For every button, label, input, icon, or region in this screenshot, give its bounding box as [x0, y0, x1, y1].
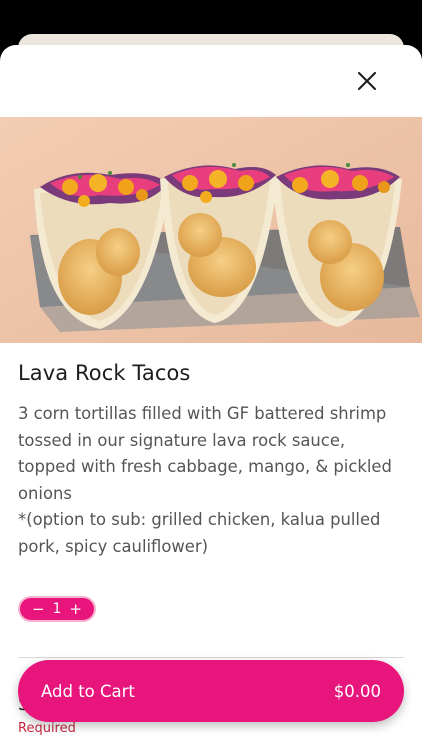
divider — [18, 657, 404, 658]
required-label: Required — [18, 721, 76, 736]
close-icon — [358, 72, 376, 90]
add-to-cart-label: Add to Cart — [41, 681, 135, 701]
close-button[interactable] — [352, 66, 382, 96]
item-detail-sheet: Lava Rock Tacos 3 corn tortillas filled … — [0, 45, 422, 750]
increment-button[interactable]: + — [69, 601, 82, 617]
add-to-cart-button[interactable]: Add to Cart $0.00 — [18, 660, 404, 722]
quantity-value: 1 — [52, 601, 62, 617]
decrement-button[interactable]: − — [32, 601, 45, 617]
item-title: Lava Rock Tacos — [18, 361, 191, 385]
quantity-stepper: − 1 + — [18, 596, 96, 622]
item-description: 3 corn tortillas filled with GF battered… — [18, 404, 392, 556]
item-photo — [0, 117, 422, 343]
cart-price: $0.00 — [333, 681, 381, 701]
